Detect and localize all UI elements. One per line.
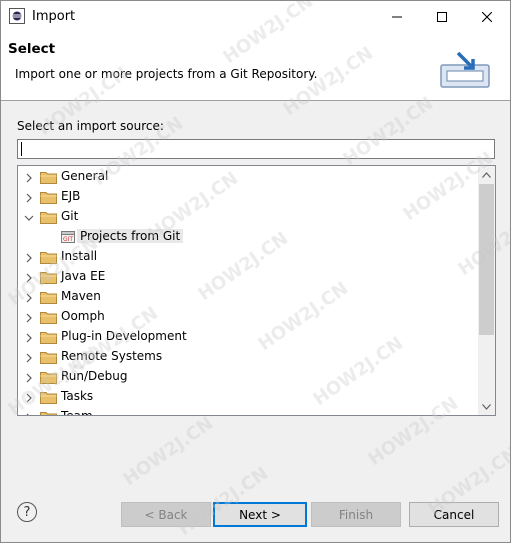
next-button[interactable]: Next > bbox=[213, 502, 307, 527]
scroll-up-button[interactable] bbox=[478, 166, 495, 183]
minimize-icon bbox=[391, 16, 402, 17]
tree-item-label: General bbox=[61, 169, 109, 183]
folder-icon bbox=[40, 330, 57, 344]
folder-icon bbox=[40, 250, 57, 264]
eclipse-app-icon bbox=[9, 8, 25, 24]
tree-item[interactable]: Run/Debug bbox=[18, 367, 478, 387]
close-icon bbox=[481, 11, 492, 22]
back-button[interactable]: < Back bbox=[121, 502, 211, 527]
cancel-button[interactable]: Cancel bbox=[409, 502, 499, 527]
folder-icon bbox=[40, 210, 57, 224]
chevron-right-icon[interactable] bbox=[24, 372, 34, 383]
finish-button[interactable]: Finish bbox=[311, 502, 401, 527]
chevron-right-icon[interactable] bbox=[24, 292, 34, 303]
help-icon: ? bbox=[23, 504, 31, 520]
folder-icon bbox=[40, 350, 57, 364]
scroll-down-button[interactable] bbox=[478, 398, 495, 415]
tree-item[interactable]: Install bbox=[18, 247, 478, 267]
folder-icon bbox=[40, 190, 57, 204]
tree-item[interactable]: EJB bbox=[18, 187, 478, 207]
tree-item-label: Maven bbox=[61, 289, 101, 303]
folder-icon bbox=[40, 310, 57, 324]
import-source-filter-input[interactable] bbox=[17, 139, 495, 159]
tree-item[interactable]: Tasks bbox=[18, 387, 478, 407]
maximize-button[interactable] bbox=[419, 1, 464, 32]
window-title: Import bbox=[32, 9, 76, 24]
scroll-thumb[interactable] bbox=[479, 184, 494, 335]
tree-item-label: Plug-in Development bbox=[61, 329, 187, 343]
chevron-right-icon[interactable] bbox=[24, 392, 34, 403]
tree-vertical-scrollbar[interactable] bbox=[478, 166, 495, 415]
chevron-right-icon[interactable] bbox=[24, 172, 34, 183]
import-dialog: Import Select Import one or more project… bbox=[0, 0, 511, 543]
title-bar[interactable]: Import bbox=[1, 1, 510, 32]
scroll-down-arrow-icon bbox=[482, 403, 491, 410]
tree-item-label: Git bbox=[61, 209, 79, 223]
folder-icon bbox=[40, 370, 57, 384]
chevron-right-icon[interactable] bbox=[24, 332, 34, 343]
minimize-button[interactable] bbox=[374, 1, 419, 32]
help-button[interactable]: ? bbox=[17, 502, 37, 522]
import-wizard-icon bbox=[440, 51, 490, 88]
tree-item[interactable]: Java EE bbox=[18, 267, 478, 287]
close-button[interactable] bbox=[464, 1, 509, 32]
page-title: Select bbox=[8, 41, 56, 57]
tree-item-label: Java EE bbox=[61, 269, 106, 283]
tree-item[interactable]: Team bbox=[18, 407, 478, 416]
watermark-text: HOW2J.CN bbox=[119, 412, 218, 491]
tree-item[interactable]: Oomph bbox=[18, 307, 478, 327]
import-source-tree[interactable]: General EJB Git GIT Projects from Git Install… bbox=[17, 165, 496, 416]
wizard-banner: Select Import one or more projects from … bbox=[1, 32, 510, 101]
git-repository-icon: GIT bbox=[60, 229, 76, 245]
page-description: Import one or more projects from a Git R… bbox=[15, 67, 318, 81]
folder-icon bbox=[40, 270, 57, 284]
chevron-right-icon[interactable] bbox=[24, 252, 34, 263]
chevron-right-icon[interactable] bbox=[24, 272, 34, 283]
tree-item-label: Tasks bbox=[61, 389, 94, 403]
chevron-right-icon[interactable] bbox=[24, 192, 34, 203]
chevron-down-icon[interactable] bbox=[24, 212, 34, 222]
tree-item[interactable]: Git bbox=[18, 207, 478, 227]
tree-item[interactable]: General bbox=[18, 167, 478, 187]
tree-item-label: Remote Systems bbox=[61, 349, 163, 363]
folder-icon bbox=[40, 390, 57, 404]
tree-item-label: EJB bbox=[61, 189, 81, 203]
tree-item[interactable]: Remote Systems bbox=[18, 347, 478, 367]
tree-item-child[interactable]: GIT Projects from Git bbox=[18, 227, 478, 247]
folder-icon bbox=[40, 290, 57, 304]
tree-item-label: Oomph bbox=[61, 309, 105, 323]
tree-item-label: Team bbox=[61, 409, 93, 416]
maximize-icon bbox=[436, 11, 447, 22]
tree-item[interactable]: Maven bbox=[18, 287, 478, 307]
tree-item-label: Run/Debug bbox=[61, 369, 128, 383]
folder-icon bbox=[40, 410, 57, 415]
tree-item-label: Projects from Git bbox=[77, 229, 184, 243]
chevron-right-icon[interactable] bbox=[24, 412, 34, 415]
svg-text:GIT: GIT bbox=[63, 236, 73, 243]
chevron-right-icon[interactable] bbox=[24, 352, 34, 363]
text-caret bbox=[21, 142, 22, 156]
tree-item[interactable]: Plug-in Development bbox=[18, 327, 478, 347]
scroll-up-arrow-icon bbox=[482, 171, 491, 178]
import-source-label: Select an import source: bbox=[17, 119, 164, 133]
chevron-right-icon[interactable] bbox=[24, 312, 34, 323]
tree-item-label: Install bbox=[61, 249, 98, 263]
folder-icon bbox=[40, 170, 57, 184]
